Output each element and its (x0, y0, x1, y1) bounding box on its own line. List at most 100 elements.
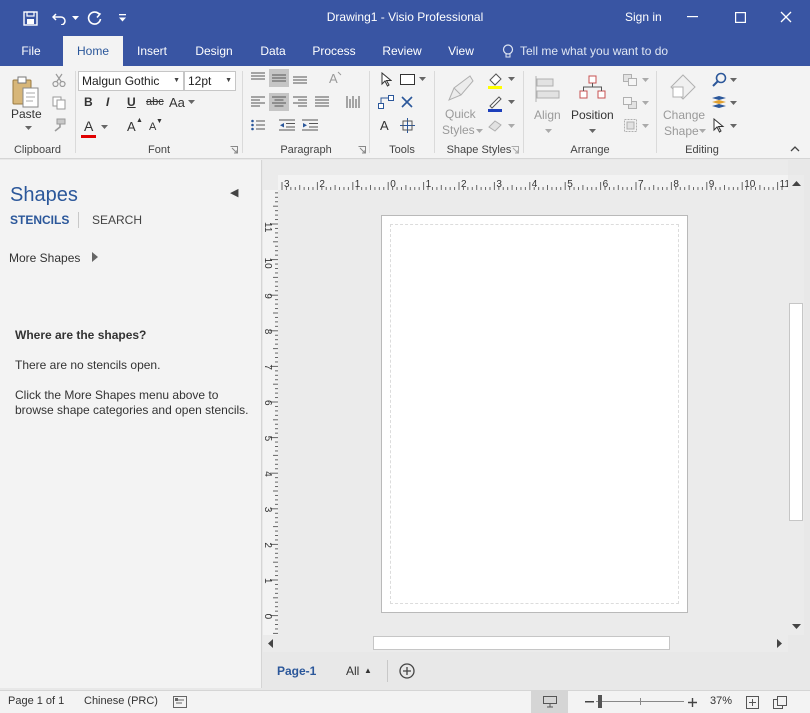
quick-styles-icon[interactable] (444, 72, 478, 104)
search-tab[interactable]: SEARCH (92, 213, 142, 227)
chevron-down-icon[interactable] (100, 123, 108, 131)
bring-forward-icon[interactable] (620, 71, 640, 89)
layers-icon[interactable] (709, 93, 729, 111)
zoom-in-icon[interactable] (686, 696, 698, 708)
horizontal-scroll-thumb[interactable] (373, 636, 670, 650)
tab-data[interactable]: Data (253, 36, 293, 66)
dialog-launcher-icon[interactable] (230, 146, 238, 154)
font-name-combo[interactable]: Malgun Gothic ▼ (78, 71, 184, 91)
chevron-right-icon[interactable] (92, 252, 98, 262)
paste-icon[interactable] (8, 72, 42, 110)
tell-me-box[interactable]: Tell me what you want to do (502, 36, 668, 66)
more-shapes-menu[interactable]: More Shapes (9, 251, 80, 265)
chevron-down-icon[interactable] (418, 75, 426, 83)
all-pages-button[interactable]: All (346, 664, 359, 678)
zoom-slider-thumb[interactable] (598, 695, 602, 708)
align-top-icon[interactable] (249, 69, 267, 87)
align-label[interactable]: Align (534, 108, 561, 122)
grow-font-button[interactable]: A (127, 119, 136, 134)
change-shape-label-1[interactable]: Change (663, 108, 705, 122)
chevron-down-icon[interactable] (507, 75, 515, 83)
chevron-down-icon[interactable] (507, 98, 515, 106)
font-color-button[interactable]: A (84, 118, 93, 134)
scroll-right-icon[interactable] (773, 638, 785, 649)
line-icon[interactable] (485, 93, 505, 113)
chevron-down-icon[interactable] (729, 122, 737, 130)
font-size-combo[interactable]: 12pt ▼ (184, 71, 236, 91)
text-block-icon[interactable] (343, 93, 363, 111)
macro-icon[interactable] (172, 694, 188, 709)
tab-review[interactable]: Review (375, 36, 429, 66)
stencils-tab[interactable]: STENCILS (10, 213, 69, 227)
strikethrough-button[interactable]: abc (146, 96, 164, 108)
align-middle-icon[interactable] (269, 69, 289, 87)
decrease-indent-icon[interactable] (277, 116, 297, 134)
tab-home[interactable]: Home (63, 36, 123, 66)
quick-styles-label-1[interactable]: Quick (445, 107, 476, 121)
align-left-icon[interactable] (249, 93, 267, 111)
chevron-up-icon[interactable]: ▲ (364, 666, 372, 675)
pointer-tool-icon[interactable] (378, 70, 394, 88)
scroll-left-icon[interactable] (264, 638, 276, 649)
increase-indent-icon[interactable] (300, 116, 320, 134)
dialog-launcher-icon[interactable] (358, 146, 366, 154)
vertical-scrollbar[interactable] (788, 175, 804, 635)
bullets-icon[interactable] (249, 116, 267, 134)
position-icon[interactable] (576, 73, 608, 105)
rectangle-tool-icon[interactable] (398, 70, 416, 88)
chevron-down-icon[interactable] (641, 122, 649, 130)
chevron-down-icon[interactable] (475, 127, 483, 135)
horizontal-scrollbar[interactable] (263, 635, 788, 652)
align-center-icon[interactable] (269, 93, 289, 111)
chevron-down-icon[interactable] (507, 122, 515, 130)
collapse-pane-icon[interactable]: ◀ (230, 186, 238, 199)
close-icon[interactable] (766, 3, 806, 31)
scroll-up-icon[interactable] (790, 178, 802, 188)
group-objects-icon[interactable] (620, 116, 640, 134)
chevron-down-icon[interactable] (187, 98, 195, 106)
chevron-down-icon[interactable] (729, 99, 737, 107)
chevron-down-icon[interactable] (641, 99, 649, 107)
text-tool-button[interactable]: A (380, 118, 389, 133)
cut-icon[interactable] (50, 71, 68, 89)
align-right-icon[interactable] (291, 93, 309, 111)
collapse-ribbon-icon[interactable] (789, 144, 801, 154)
tab-file[interactable]: File (10, 36, 52, 66)
connector-tool-icon[interactable] (376, 93, 396, 111)
italic-button[interactable]: I (106, 95, 109, 109)
position-label[interactable]: Position (571, 108, 614, 122)
change-case-button[interactable]: Aa (169, 95, 185, 110)
drawing-page[interactable] (381, 215, 688, 613)
paste-dropdown-icon[interactable] (23, 124, 33, 132)
change-shape-label-2[interactable]: Shape (664, 124, 699, 138)
fit-page-icon[interactable] (744, 694, 760, 710)
dialog-launcher-icon[interactable] (511, 146, 519, 154)
presentation-mode-button[interactable] (531, 691, 568, 713)
maximize-icon[interactable] (720, 3, 760, 31)
vertical-scroll-thumb[interactable] (789, 303, 803, 521)
effects-icon[interactable] (485, 116, 505, 136)
chevron-down-icon[interactable] (588, 127, 596, 135)
tab-view[interactable]: View (440, 36, 482, 66)
change-shape-icon[interactable] (667, 72, 699, 104)
tab-insert[interactable]: Insert (130, 36, 174, 66)
send-backward-icon[interactable] (620, 94, 640, 112)
chevron-down-icon[interactable] (641, 76, 649, 84)
select-icon[interactable] (709, 116, 729, 134)
minimize-icon[interactable] (672, 3, 712, 31)
paste-label[interactable]: Paste (11, 107, 42, 121)
connection-point-icon[interactable] (398, 116, 416, 134)
add-page-icon[interactable] (398, 662, 416, 680)
copy-icon[interactable] (50, 94, 68, 112)
chevron-down-icon[interactable] (544, 127, 552, 135)
underline-button[interactable]: U (127, 95, 136, 109)
switch-windows-icon[interactable] (772, 694, 788, 710)
tab-design[interactable]: Design (188, 36, 240, 66)
text-direction-icon[interactable]: A (325, 68, 345, 88)
page-tab[interactable]: Page-1 (277, 664, 316, 678)
format-painter-icon[interactable] (50, 116, 68, 134)
align-bottom-icon[interactable] (291, 69, 309, 87)
find-icon[interactable] (709, 70, 729, 88)
justify-icon[interactable] (313, 93, 331, 111)
language-indicator[interactable]: Chinese (PRC) (84, 695, 158, 707)
